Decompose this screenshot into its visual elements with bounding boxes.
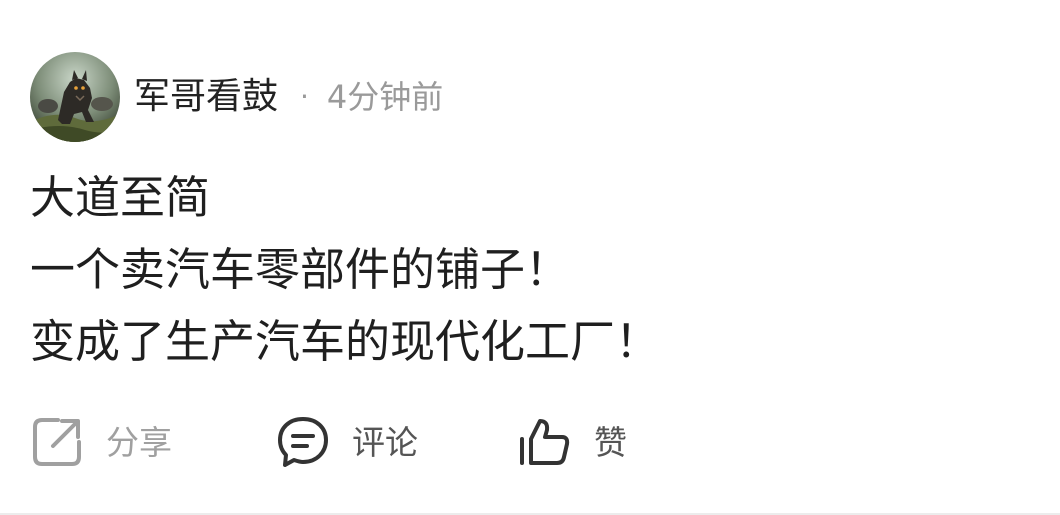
share-label: 分享 — [106, 422, 172, 462]
share-icon — [30, 415, 84, 469]
content-line: 一个卖汽车零部件的铺子！ — [30, 243, 571, 296]
comment-label: 评论 — [352, 422, 418, 462]
post-header: 军哥看鼓 · 4分钟前 — [30, 52, 443, 142]
feed-post: 军哥看鼓 · 4分钟前 大道至简 一个卖汽车零部件的铺子！ 变成了生产汽车的现代… — [0, 0, 1060, 515]
like-button[interactable]: 赞 — [518, 415, 627, 469]
post-content[interactable]: 大道至简 一个卖汽车零部件的铺子！ 变成了生产汽车的现代化工厂！ — [30, 162, 1030, 378]
content-line: 大道至简 — [30, 171, 211, 224]
meta-separator: · — [300, 80, 309, 113]
share-button[interactable]: 分享 — [30, 415, 276, 469]
avatar[interactable] — [30, 52, 120, 142]
comment-button[interactable]: 评论 — [276, 415, 518, 469]
thumbs-up-icon — [518, 415, 572, 469]
wolf-avatar-image — [30, 52, 120, 142]
like-label: 赞 — [594, 422, 627, 462]
comment-icon — [276, 415, 330, 469]
author-name[interactable]: 军哥看鼓 — [134, 79, 278, 115]
content-line: 变成了生产汽车的现代化工厂！ — [30, 315, 661, 368]
post-timestamp: 4分钟前 — [326, 78, 444, 116]
post-actions-bar: 分享 评论 赞 — [30, 410, 627, 474]
